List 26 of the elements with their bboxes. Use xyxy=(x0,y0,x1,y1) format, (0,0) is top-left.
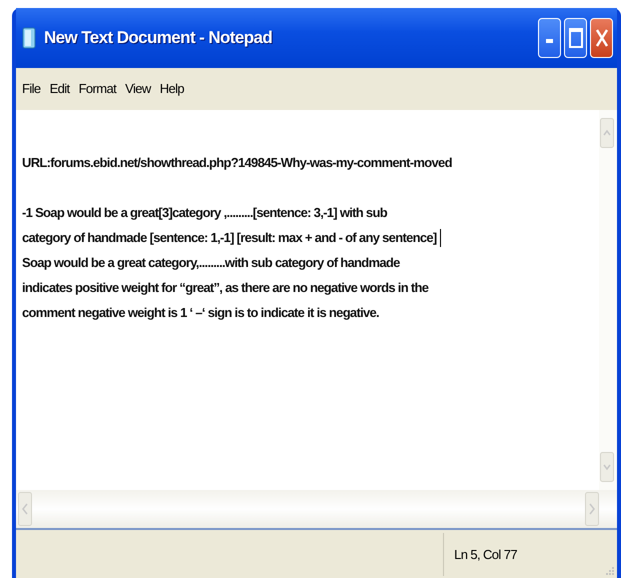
maximize-icon xyxy=(568,28,582,48)
vertical-scrollbar[interactable] xyxy=(599,110,617,490)
close-icon xyxy=(594,28,608,48)
horizontal-scrollbar[interactable] xyxy=(16,490,617,530)
notepad-icon xyxy=(22,27,36,49)
text-line: indicates positive weight for “great”, as there are no negative words in the xyxy=(22,280,428,295)
minimize-button[interactable] xyxy=(538,18,561,58)
text-area[interactable] xyxy=(16,108,617,490)
menu-item[interactable]: File xyxy=(22,80,41,96)
text-line: Soap would be a great category,.........with sub category of handmade xyxy=(22,255,400,270)
text-line: -1 Soap would be a great[3]category ,.........[sentence: 3,-1] with sub xyxy=(22,205,387,220)
text-line: URL:forums.ebid.net/showthread.php?149845-Why-was-my-comment-moved xyxy=(22,155,452,170)
menu-item[interactable]: Edit xyxy=(50,80,70,96)
menu-item[interactable]: Help xyxy=(160,80,184,96)
text-line: comment negative weight is 1 ‘ –‘ sign is to indicate it is negative. xyxy=(22,305,379,320)
window-title: New Text Document - Notepad xyxy=(44,28,272,48)
close-button[interactable] xyxy=(590,18,613,58)
maximize-button[interactable] xyxy=(564,18,587,58)
resize-grip-icon[interactable] xyxy=(605,566,615,576)
scroll-left-icon[interactable] xyxy=(18,492,32,526)
scroll-up-icon[interactable] xyxy=(600,118,614,148)
text-line: category of handmade [sentence: 1,-1] [result: max + and - of any sentence] xyxy=(22,230,437,245)
menu-item[interactable]: View xyxy=(125,80,151,96)
scroll-down-icon[interactable] xyxy=(600,452,614,482)
menu-item[interactable]: Format xyxy=(78,80,116,96)
scroll-right-icon[interactable] xyxy=(585,492,599,526)
